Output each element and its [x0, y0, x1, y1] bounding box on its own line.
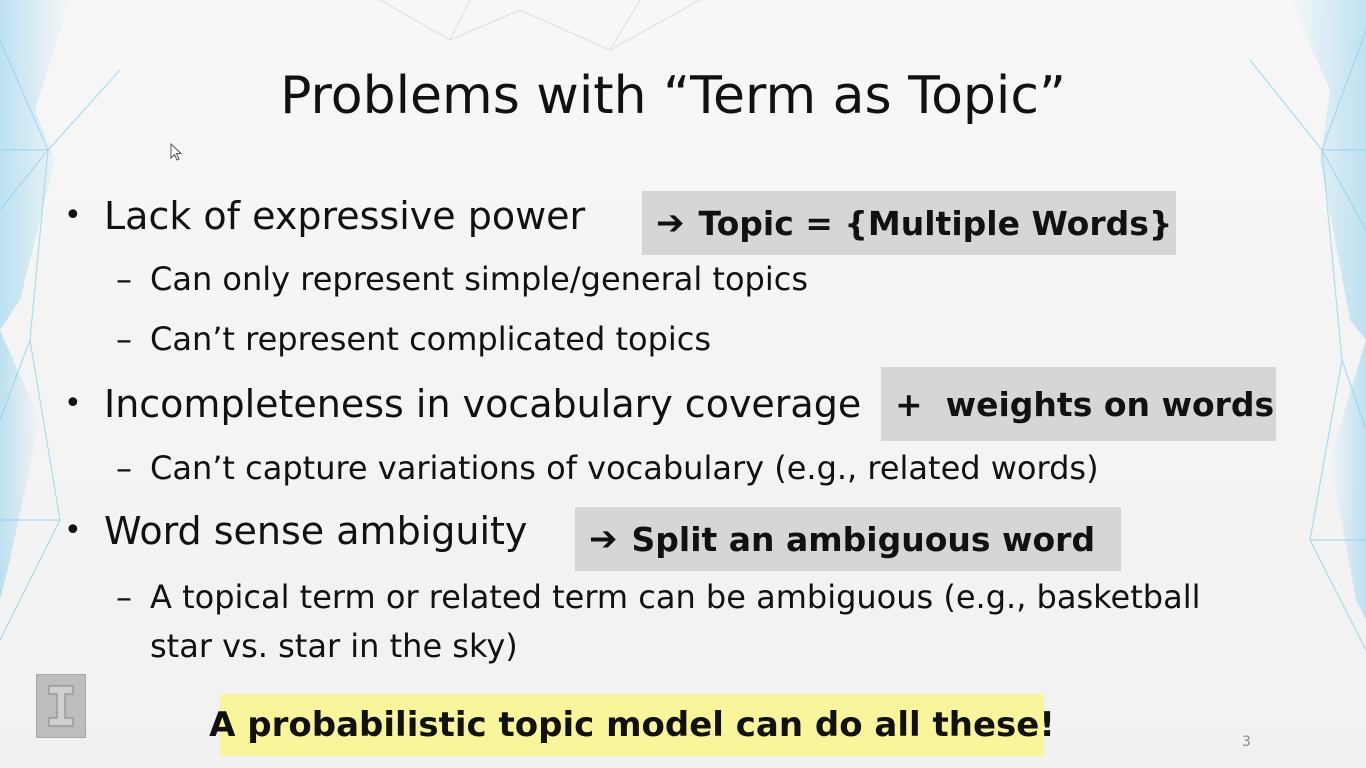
conclusion-banner: A probabilistic topic model can do all t…: [209, 694, 1055, 756]
arrow-right-icon: ➔: [589, 519, 618, 559]
bullet-3-text: Word sense ambiguity: [104, 509, 528, 553]
bullet-1-text: Lack of expressive power: [104, 194, 586, 238]
callout-weights-on-words: + weights on words: [881, 367, 1276, 441]
page-number: 3: [1242, 734, 1251, 750]
callout-1-text: Topic = {Multiple Words}: [698, 203, 1173, 243]
slide: Problems with “Term as Topic” • Lack of …: [0, 0, 1366, 768]
bullet-dot-icon: •: [64, 386, 82, 421]
sub-bullet-dash: –: [116, 320, 132, 358]
conclusion-text: A probabilistic topic model can do all t…: [209, 705, 1055, 745]
bullet-2-text: Incompleteness in vocabulary coverage: [104, 382, 862, 426]
bullet-1-sub-2: Can’t represent complicated topics: [150, 320, 712, 358]
sub-bullet-dash: –: [116, 449, 132, 487]
bullet-dot-icon: •: [64, 513, 82, 548]
bullet-dot-icon: •: [64, 198, 82, 233]
sub-bullet-dash: –: [116, 578, 132, 616]
callout-split-ambiguous-word: ➔ Split an ambiguous word: [575, 507, 1121, 571]
bullet-2-sub-1: Can’t capture variations of vocabulary (…: [150, 449, 1099, 487]
callout-2-text: + weights on words: [895, 384, 1275, 424]
block-i-logo-icon: [48, 685, 74, 727]
mouse-cursor-icon: [170, 143, 183, 161]
sub-bullet-dash: –: [116, 260, 132, 298]
bullet-3-sub-2: star vs. star in the sky): [150, 627, 518, 665]
slide-title: Problems with “Term as Topic”: [280, 66, 1066, 126]
bullet-3-sub-1: A topical term or related term can be am…: [150, 578, 1201, 616]
university-logo: [36, 674, 86, 738]
bullet-1-sub-1: Can only represent simple/general topics: [150, 260, 809, 298]
callout-multiple-words: ➔ Topic = {Multiple Words}: [642, 191, 1176, 255]
arrow-right-icon: ➔: [656, 203, 685, 243]
callout-3-text: Split an ambiguous word: [631, 519, 1096, 559]
